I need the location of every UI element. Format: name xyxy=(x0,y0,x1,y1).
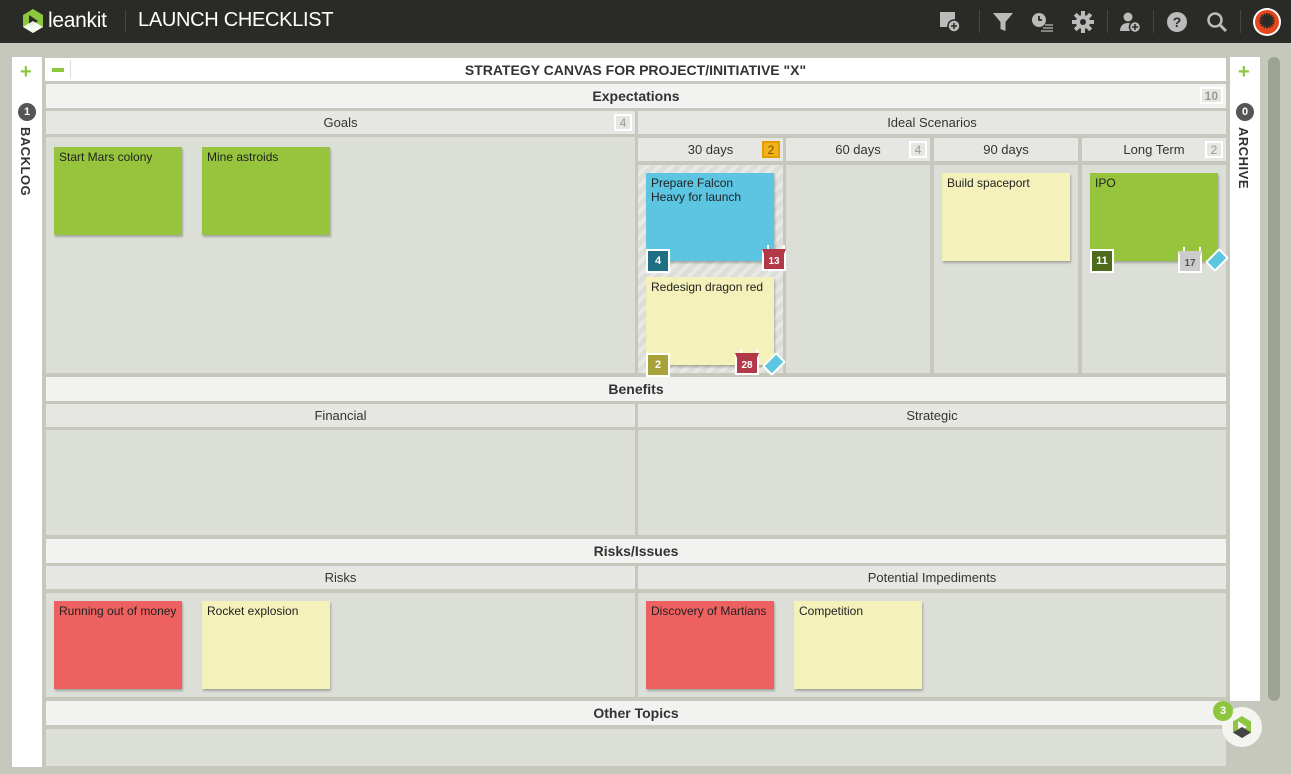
lane-expectations[interactable]: Expectations 10 xyxy=(46,84,1226,108)
timeline-icon[interactable] xyxy=(1030,9,1056,35)
canvas-title: STRATEGY CANVAS FOR PROJECT/INITIATIVE "… xyxy=(464,62,807,78)
lane-title: Strategic xyxy=(906,408,958,423)
card-title: Start Mars colony xyxy=(59,150,153,164)
other-topics-lane-body xyxy=(46,729,1226,766)
card-title: Running out of money xyxy=(59,604,177,618)
lane-strategic[interactable]: Strategic xyxy=(638,404,1226,427)
archive-column[interactable]: + 0 ARCHIVE xyxy=(1230,57,1260,701)
calendar-icon-due-date[interactable]: 13 xyxy=(762,245,786,271)
backlog-label[interactable]: BACKLOG xyxy=(18,127,33,196)
card-title: Redesign dragon red xyxy=(651,280,764,294)
card-title: Competition xyxy=(799,604,864,618)
divider xyxy=(1107,10,1108,33)
backlog-column[interactable]: + 1 BACKLOG xyxy=(12,57,42,767)
wip-limit: 10 xyxy=(1199,87,1223,104)
lane-potential-impediments[interactable]: Potential Impediments xyxy=(638,566,1226,589)
lane-title: Goals xyxy=(323,115,358,130)
lane-title: Risks/Issues xyxy=(593,543,679,559)
lane-goals[interactable]: Goals 4 xyxy=(46,111,635,134)
filter-icon[interactable] xyxy=(990,9,1016,35)
card[interactable]: Build spaceport xyxy=(942,173,1070,261)
card-size-badge: 2 xyxy=(646,353,670,377)
add-backlog-card-button[interactable]: + xyxy=(20,62,32,82)
lane-financial[interactable]: Financial xyxy=(46,404,635,427)
lane-risks[interactable]: Risks xyxy=(46,566,635,589)
add-card-icon[interactable] xyxy=(937,9,963,35)
lane-30-days[interactable]: 30 days 2 xyxy=(638,138,783,161)
card[interactable]: Running out of money xyxy=(54,601,182,689)
wip-limit: 2 xyxy=(1205,141,1223,158)
lane-risks-issues[interactable]: Risks/Issues xyxy=(46,539,1226,563)
lane-title: Risks xyxy=(324,570,357,585)
lane-title: 30 days xyxy=(687,142,734,157)
card-size-badge: 4 xyxy=(646,249,670,273)
settings-icon[interactable] xyxy=(1070,9,1096,35)
lane-title: Long Term xyxy=(1123,142,1185,157)
board-title: LAUNCH CHECKLIST xyxy=(138,9,334,31)
lane-ideal-scenarios[interactable]: Ideal Scenarios xyxy=(638,111,1226,134)
card-title: Build spaceport xyxy=(947,176,1030,190)
leankit-logo-icon xyxy=(23,9,43,33)
avatar-icon: ✺ xyxy=(1255,10,1279,34)
card[interactable]: Mine astroids xyxy=(202,147,330,235)
wip-limit-exceeded: 2 xyxy=(762,141,780,158)
lane-title: Benefits xyxy=(608,381,664,397)
notification-count: 3 xyxy=(1213,701,1233,721)
leankit-icon xyxy=(1233,716,1251,738)
leankit-logo[interactable]: leankit xyxy=(22,9,107,33)
60-days-lane-body xyxy=(786,165,930,373)
lane-other-topics[interactable]: Other Topics xyxy=(46,701,1226,725)
lane-title: Ideal Scenarios xyxy=(887,115,977,130)
divider xyxy=(979,10,980,33)
card-title: IPO xyxy=(1095,176,1116,190)
lane-title: Expectations xyxy=(592,88,680,104)
card[interactable]: Discovery of Martians xyxy=(646,601,774,689)
help-icon[interactable]: ? xyxy=(1164,9,1190,35)
card-title: Rocket explosion xyxy=(207,604,299,618)
card[interactable]: Prepare Falcon Heavy for launch xyxy=(646,173,774,261)
lane-90-days[interactable]: 90 days xyxy=(934,138,1078,161)
search-icon[interactable] xyxy=(1204,9,1230,35)
divider xyxy=(1153,10,1154,33)
svg-text:?: ? xyxy=(1173,14,1182,30)
card[interactable]: Competition xyxy=(794,601,922,689)
backlog-count: 1 xyxy=(18,103,36,121)
divider xyxy=(1240,10,1241,33)
archive-count: 0 xyxy=(1236,103,1254,121)
card[interactable]: Rocket explosion xyxy=(202,601,330,689)
card-title: Discovery of Martians xyxy=(651,604,767,618)
add-user-icon[interactable] xyxy=(1117,9,1143,35)
calendar-icon-due-date[interactable]: 28 xyxy=(735,349,759,375)
wip-limit: 4 xyxy=(614,114,632,131)
card-title: Prepare Falcon Heavy for launch xyxy=(651,176,742,204)
lane-benefits[interactable]: Benefits xyxy=(46,377,1226,401)
scrollbar[interactable] xyxy=(1268,57,1280,701)
lane-title: Financial xyxy=(314,408,367,423)
canvas-title-bar: STRATEGY CANVAS FOR PROJECT/INITIATIVE "… xyxy=(45,58,1226,81)
lane-title: Other Topics xyxy=(593,705,679,721)
archive-label[interactable]: ARCHIVE xyxy=(1236,127,1251,189)
user-avatar[interactable]: ✺ xyxy=(1253,8,1281,36)
divider xyxy=(125,10,126,33)
card[interactable]: Start Mars colony xyxy=(54,147,182,235)
strategic-lane-body xyxy=(638,430,1226,535)
top-bar: leankit LAUNCH CHECKLIST ? ✺ xyxy=(0,0,1291,43)
lane-60-days[interactable]: 60 days 4 xyxy=(786,138,930,161)
financial-lane-body xyxy=(46,430,635,535)
calendar-icon-due-date[interactable]: 17 xyxy=(1178,247,1202,273)
brand-name: leankit xyxy=(48,9,107,32)
wip-limit: 4 xyxy=(909,141,927,158)
card-size-badge: 11 xyxy=(1090,249,1114,273)
add-archive-card-button[interactable]: + xyxy=(1238,62,1250,82)
lane-title: 60 days xyxy=(835,142,881,157)
lane-long-term[interactable]: Long Term 2 xyxy=(1082,138,1226,161)
card-title: Mine astroids xyxy=(207,150,279,164)
lane-title: Potential Impediments xyxy=(867,570,997,585)
lane-title: 90 days xyxy=(983,142,1029,157)
